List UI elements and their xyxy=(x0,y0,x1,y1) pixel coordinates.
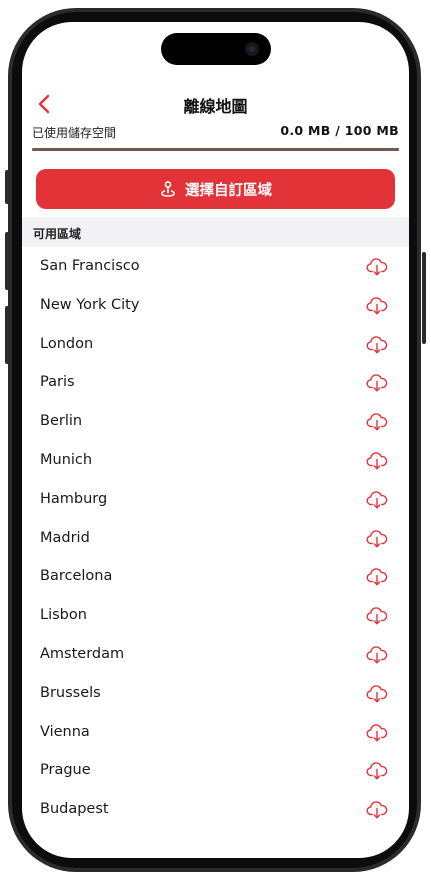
region-list: San Francisco New York City London Paris… xyxy=(22,248,409,830)
region-row[interactable]: New York City xyxy=(22,287,409,326)
cloud-download-icon[interactable] xyxy=(366,684,388,704)
cloud-download-icon[interactable] xyxy=(366,723,388,743)
cloud-download-icon[interactable] xyxy=(366,412,388,432)
region-row[interactable]: San Francisco xyxy=(22,248,409,287)
region-name: Amsterdam xyxy=(40,645,125,662)
app-screen: 離線地圖 已使用儲存空間 0.0 MB / 100 MB 選擇自訂區域 可用區域… xyxy=(22,22,409,858)
select-custom-region-button[interactable]: 選擇自訂區域 xyxy=(36,169,395,209)
region-name: Lisbon xyxy=(40,607,87,624)
select-custom-region-label: 選擇自訂區域 xyxy=(185,182,272,199)
region-row[interactable]: Vienna xyxy=(22,714,409,753)
region-row[interactable]: Barcelona xyxy=(22,558,409,597)
region-name: Madrid xyxy=(40,529,90,546)
storage-value: 0.0 MB / 100 MB xyxy=(280,123,399,138)
cloud-download-icon[interactable] xyxy=(366,567,388,587)
region-name: Paris xyxy=(40,374,75,391)
region-name: Vienna xyxy=(40,723,90,740)
region-row[interactable]: Hamburg xyxy=(22,481,409,520)
location-pin-icon xyxy=(159,180,177,198)
storage-label: 已使用儲存空間 xyxy=(32,126,117,140)
page-title: 離線地圖 xyxy=(183,97,248,116)
cloud-download-icon[interactable] xyxy=(366,257,388,277)
region-name: Berlin xyxy=(40,413,83,430)
region-name: San Francisco xyxy=(40,258,140,274)
region-name: London xyxy=(40,335,94,352)
region-row[interactable]: London xyxy=(22,326,409,365)
region-name: Barcelona xyxy=(40,568,113,585)
region-row[interactable]: Brussels xyxy=(22,675,409,714)
cloud-download-icon[interactable] xyxy=(366,373,388,393)
dynamic-island xyxy=(161,33,271,65)
region-row[interactable]: Madrid xyxy=(22,520,409,559)
region-row[interactable]: Budapest xyxy=(22,791,409,830)
region-name: Prague xyxy=(40,762,91,779)
navigation-bar: 離線地圖 xyxy=(22,82,409,126)
cloud-download-icon[interactable] xyxy=(366,761,388,781)
cloud-download-icon[interactable] xyxy=(366,451,388,471)
storage-usage: 已使用儲存空間 0.0 MB / 100 MB xyxy=(32,122,399,142)
camera-icon xyxy=(245,42,259,56)
cloud-download-icon[interactable] xyxy=(366,490,388,510)
volume-up-button xyxy=(5,232,9,290)
cloud-download-icon[interactable] xyxy=(366,606,388,626)
action-button xyxy=(5,170,9,204)
region-row[interactable]: Prague xyxy=(22,752,409,791)
cloud-download-icon[interactable] xyxy=(366,800,388,820)
region-row[interactable]: Paris xyxy=(22,364,409,403)
region-row[interactable]: Lisbon xyxy=(22,597,409,636)
region-row[interactable]: Amsterdam xyxy=(22,636,409,675)
region-name: New York City xyxy=(40,296,140,313)
region-name: Hamburg xyxy=(40,490,108,507)
region-name: Budapest xyxy=(40,801,109,818)
cloud-download-icon[interactable] xyxy=(366,645,388,665)
section-header: 可用區域 xyxy=(22,217,409,247)
power-button xyxy=(422,252,426,344)
cloud-download-icon[interactable] xyxy=(366,529,388,549)
region-row[interactable]: Munich xyxy=(22,442,409,481)
storage-progress-bar xyxy=(32,148,399,151)
region-name: Munich xyxy=(40,451,93,468)
section-title: 可用區域 xyxy=(33,227,82,241)
cloud-download-icon[interactable] xyxy=(366,335,388,355)
region-name: Brussels xyxy=(40,684,101,701)
cloud-download-icon[interactable] xyxy=(366,296,388,316)
volume-down-button xyxy=(5,306,9,364)
region-row[interactable]: Berlin xyxy=(22,403,409,442)
